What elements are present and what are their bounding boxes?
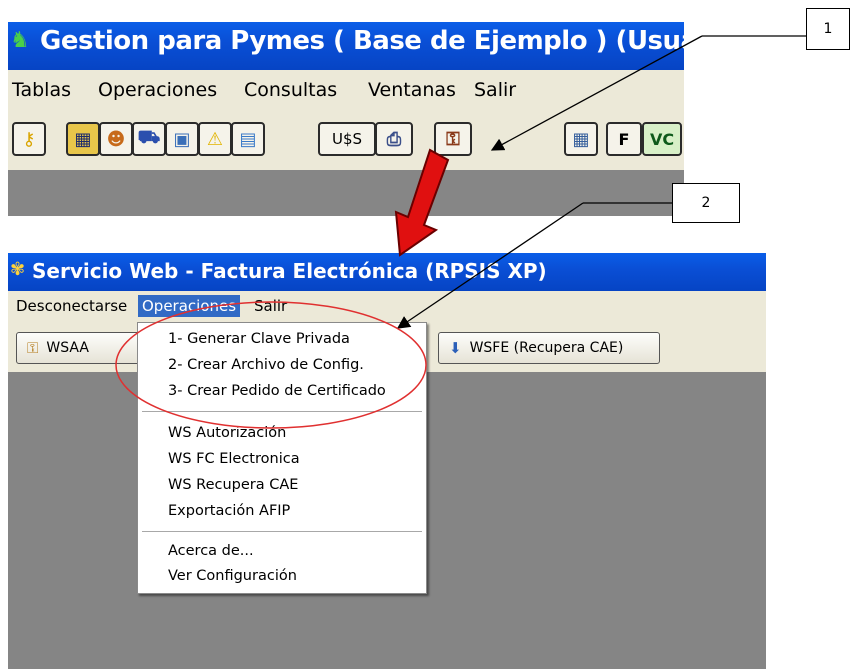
highlight-ellipse	[115, 301, 427, 429]
callout-1-arrow	[490, 35, 703, 151]
callout-1: 1	[806, 8, 850, 50]
callout-2-label: 2	[701, 195, 711, 211]
callout-2: 2	[672, 183, 740, 223]
annotation-overlay	[115, 35, 806, 429]
red-arrow-icon	[394, 148, 450, 257]
callout-1-label: 1	[823, 21, 833, 37]
